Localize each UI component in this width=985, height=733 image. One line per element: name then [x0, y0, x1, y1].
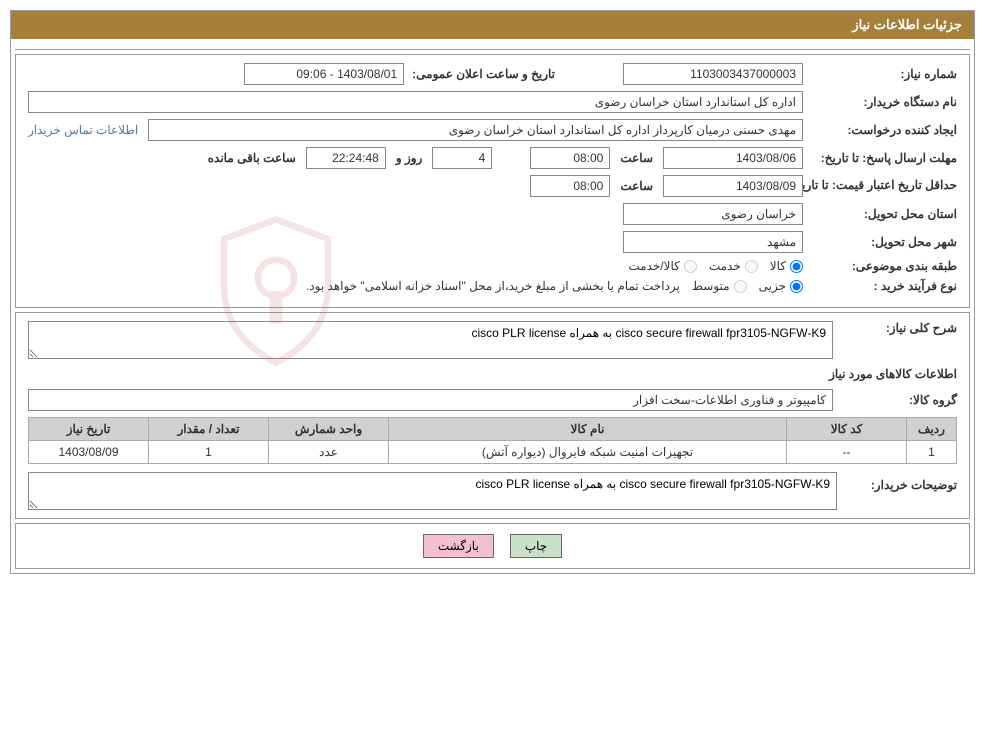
th-unit: واحد شمارش	[269, 418, 389, 441]
subject-radio-both[interactable]: کالا/خدمت	[628, 259, 696, 273]
th-row: ردیف	[907, 418, 957, 441]
need-number-value: 1103003437000003	[623, 63, 803, 85]
form-section-details: شماره نیاز: 1103003437000003 تاریخ و ساع…	[15, 54, 970, 308]
delivery-city-label: شهر محل تحویل:	[807, 235, 957, 249]
reply-deadline-date: 1403/08/06	[663, 147, 803, 169]
subject-radio-khadmat-input[interactable]	[745, 260, 758, 273]
th-qty: تعداد / مقدار	[149, 418, 269, 441]
form-section-items: شرح کلی نیاز: اطلاعات کالاهای مورد نیاز …	[15, 312, 970, 519]
td-name: تجهیزات امنیت شبکه فایروال (دیواره آتش)	[389, 441, 787, 464]
buyer-org-label: نام دستگاه خریدار:	[807, 95, 957, 109]
price-validity-hour: 08:00	[530, 175, 610, 197]
td-qty: 1	[149, 441, 269, 464]
page-title: جزئیات اطلاعات نیاز	[852, 17, 962, 32]
print-button[interactable]: چاپ	[510, 534, 562, 558]
purchase-radio-partial-label: جزیی	[759, 279, 786, 293]
subject-radio-kala-label: کالا	[770, 259, 786, 273]
price-validity-date: 1403/08/09	[663, 175, 803, 197]
requester-value: مهدی حسنی درمیان کارپرداز اداره کل استان…	[148, 119, 803, 141]
requester-label: ایجاد کننده درخواست:	[807, 123, 957, 137]
purchase-type-radio-group: جزیی متوسط	[692, 279, 803, 293]
items-table: ردیف کد کالا نام کالا واحد شمارش تعداد /…	[28, 417, 957, 464]
announce-date-value: 1403/08/01 - 09:06	[244, 63, 404, 85]
need-number-label: شماره نیاز:	[807, 67, 957, 81]
buyer-notes-textarea[interactable]	[28, 472, 837, 510]
page-title-bar: جزئیات اطلاعات نیاز	[11, 11, 974, 39]
subject-radio-kala[interactable]: کالا	[770, 259, 803, 273]
buyer-contact-link[interactable]: اطلاعات تماس خریدار	[28, 123, 144, 137]
th-code: کد کالا	[787, 418, 907, 441]
purchase-type-label: نوع فرآیند خرید :	[807, 279, 957, 293]
days-remaining: 4	[432, 147, 492, 169]
countdown-suffix: ساعت باقی مانده	[202, 151, 302, 165]
back-button[interactable]: بازگشت	[423, 534, 494, 558]
hour-label-1: ساعت	[614, 151, 659, 165]
td-unit: عدد	[269, 441, 389, 464]
th-name: نام کالا	[389, 418, 787, 441]
subject-class-label: طبقه بندی موضوعی:	[807, 259, 957, 273]
purchase-radio-medium-label: متوسط	[692, 279, 730, 293]
subject-radio-khadmat[interactable]: خدمت	[709, 259, 758, 273]
hour-label-2: ساعت	[614, 179, 659, 193]
subject-radio-both-label: کالا/خدمت	[628, 259, 679, 273]
announce-date-label: تاریخ و ساعت اعلان عمومی:	[408, 67, 555, 81]
group-label: گروه کالا:	[837, 393, 957, 407]
buyer-notes-label: توضیحات خریدار:	[837, 472, 957, 492]
delivery-province-value: خراسان رضوی	[623, 203, 803, 225]
buyer-org-value: اداره کل استاندارد استان خراسان رضوی	[28, 91, 803, 113]
table-row: 1 -- تجهیزات امنیت شبکه فایروال (دیواره …	[29, 441, 957, 464]
group-value: کامپیوتر و فناوری اطلاعات-سخت افزار	[28, 389, 833, 411]
reply-deadline-hour: 08:00	[530, 147, 610, 169]
td-code: --	[787, 441, 907, 464]
reply-deadline-label: مهلت ارسال پاسخ: تا تاریخ:	[807, 151, 957, 165]
th-date: تاریخ نیاز	[29, 418, 149, 441]
purchase-radio-medium[interactable]: متوسط	[692, 279, 747, 293]
subject-radio-khadmat-label: خدمت	[709, 259, 741, 273]
button-row: چاپ بازگشت	[15, 523, 970, 569]
purchase-note: پرداخت تمام یا بخشی از مبلغ خرید،از محل …	[306, 279, 688, 293]
td-row: 1	[907, 441, 957, 464]
countdown-value: 22:24:48	[306, 147, 386, 169]
td-date: 1403/08/09	[29, 441, 149, 464]
price-validity-label: حداقل تاریخ اعتبار قیمت: تا تاریخ:	[807, 178, 957, 194]
subject-class-radio-group: کالا خدمت کالا/خدمت	[628, 259, 803, 273]
delivery-city-value: مشهد	[623, 231, 803, 253]
purchase-radio-partial[interactable]: جزیی	[759, 279, 803, 293]
subject-radio-kala-input[interactable]	[790, 260, 803, 273]
subject-radio-both-input[interactable]	[684, 260, 697, 273]
delivery-province-label: استان محل تحویل:	[807, 207, 957, 221]
items-heading: اطلاعات کالاهای مورد نیاز	[28, 367, 957, 381]
days-word: روز و	[390, 151, 429, 165]
table-header-row: ردیف کد کالا نام کالا واحد شمارش تعداد /…	[29, 418, 957, 441]
general-desc-label: شرح کلی نیاز:	[837, 321, 957, 335]
general-desc-textarea[interactable]	[28, 321, 833, 359]
purchase-radio-partial-input[interactable]	[790, 280, 803, 293]
purchase-radio-medium-input[interactable]	[734, 280, 747, 293]
